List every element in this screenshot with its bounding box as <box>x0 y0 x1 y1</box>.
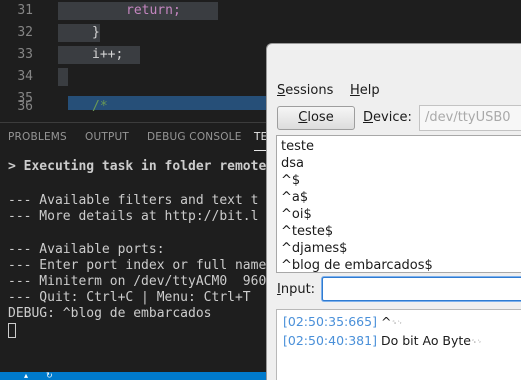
device-field[interactable]: /dev/ttyUSB0 <box>419 105 521 131</box>
code-text: } <box>92 25 100 40</box>
device-label: Device: <box>363 106 412 130</box>
menu-bar: Sessions Help <box>267 80 521 102</box>
tab-output[interactable]: OUTPUT <box>85 123 129 151</box>
crlf-icon: ␍␊ <box>471 337 483 346</box>
line-number: 32 <box>17 25 33 40</box>
output-line: [02:50:40:381] Do bit Ao Byte␍␊ <box>283 332 482 350</box>
tab-problems[interactable]: PROBLEMS <box>8 123 67 151</box>
output-line: [02:50:35:665] ^␍␊ <box>283 313 403 331</box>
output-text: Do bit Ao Byte <box>380 333 471 348</box>
history-item[interactable]: ^a$ <box>281 189 308 206</box>
terminal-line: DEBUG: ^blog de embarcados <box>8 306 212 321</box>
terminal-line: --- Miniterm on /dev/ttyACM0 960 <box>8 274 267 289</box>
device-rest: evice: <box>373 110 412 125</box>
menu-help[interactable]: Help <box>350 82 380 100</box>
crlf-icon: ␍␊ <box>391 318 403 327</box>
tab-debug-console[interactable]: DEBUG CONSOLE <box>147 123 242 151</box>
terminal-line: --- Available ports: <box>8 242 165 257</box>
menu-help-label: elp <box>359 83 380 98</box>
history-item[interactable]: ^djames$ <box>281 240 347 257</box>
history-item[interactable]: ^oi$ <box>281 206 312 223</box>
input-label: Input: <box>277 280 315 300</box>
sync-icon[interactable]: ↻ <box>46 372 56 380</box>
terminal-line: --- Quit: Ctrl+C | Menu: Ctrl+T <box>8 290 251 305</box>
output-log[interactable]: [02:50:35:665] ^␍␊ [02:50:40:381] Do bit… <box>276 309 521 380</box>
menu-sessions-label: essions <box>285 83 334 98</box>
terminal-line: --- More details at http://bit.l <box>8 209 259 224</box>
code-line-32[interactable]: 32 } <box>0 22 521 44</box>
history-item[interactable]: teste <box>281 138 314 155</box>
history-item[interactable]: dsa <box>281 155 304 172</box>
output-timestamp: [02:50:40:381] <box>283 333 377 348</box>
code-text: return; <box>126 3 181 18</box>
terminal-cursor <box>8 323 16 338</box>
output-text: ^ <box>380 314 392 329</box>
code-text: /* <box>92 99 108 114</box>
close-button[interactable]: Close <box>277 106 355 130</box>
terminal-line: > Executing task in folder remote <box>8 159 267 174</box>
terminal-line: --- Enter port index or full name <box>8 258 267 273</box>
code-text: i++; <box>92 47 124 62</box>
remote-icon[interactable]: ▴ <box>24 372 34 380</box>
line-number: 36 <box>17 99 33 114</box>
terminal-line: --- Available filters and text t <box>8 193 259 208</box>
close-mnemonic: C <box>298 110 308 125</box>
code-line-31[interactable]: 31 return; <box>0 0 521 22</box>
input-field[interactable] <box>322 277 521 301</box>
input-rest: nput: <box>280 282 316 297</box>
line-number: 34 <box>17 69 33 84</box>
output-timestamp: [02:50:35:665] <box>283 314 377 329</box>
history-item[interactable]: ^$ <box>281 172 300 189</box>
miniterm-window: Sessions Help Close Device: /dev/ttyUSB0… <box>266 43 521 380</box>
menu-sessions[interactable]: Sessions <box>277 82 333 100</box>
menu-help-mnemonic: H <box>350 83 360 98</box>
close-button-label: Close <box>298 110 333 125</box>
selection-highlight <box>58 68 68 86</box>
history-list[interactable]: teste dsa ^$ ^a$ ^oi$ ^teste$ ^djames$ ^… <box>276 135 521 273</box>
line-number: 33 <box>17 47 33 62</box>
line-number: 31 <box>17 3 33 18</box>
device-mnemonic: D <box>363 110 374 125</box>
history-item[interactable]: ^blog de embarcados$ <box>281 257 433 274</box>
history-item[interactable]: ^teste$ <box>281 223 333 240</box>
close-rest: lose <box>307 110 334 125</box>
